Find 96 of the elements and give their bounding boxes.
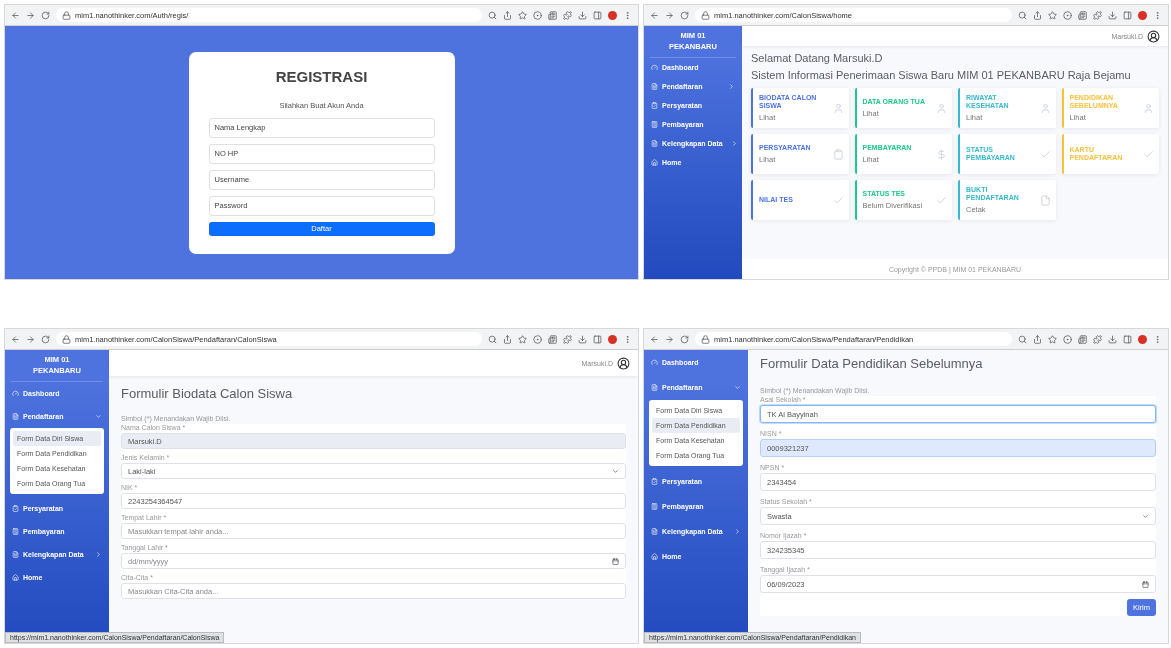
forward-icon[interactable] — [665, 10, 674, 20]
reload-icon[interactable] — [41, 10, 50, 20]
back-icon[interactable] — [650, 10, 659, 20]
form-title: Formulir Data Pendidikan Sebelumnya — [760, 356, 984, 371]
home-icon — [651, 553, 658, 560]
calculator-icon — [12, 528, 19, 535]
gauge-icon — [651, 64, 658, 71]
side-panel-icon[interactable] — [593, 10, 602, 20]
gauge-icon — [651, 359, 658, 366]
home-icon — [651, 159, 658, 166]
extension-icon[interactable] — [1078, 10, 1087, 20]
profile-avatar[interactable] — [608, 10, 617, 20]
star-icon[interactable] — [518, 334, 527, 344]
system-heading: Sistem Informasi Penerimaan Siswa Baru MIM 01 PEKANBARU Raja Bejamu — [751, 69, 1132, 81]
share-icon[interactable] — [503, 10, 512, 20]
search-icon[interactable] — [1018, 10, 1027, 20]
user-icon — [1039, 102, 1051, 114]
profile-avatar[interactable] — [1138, 334, 1147, 344]
extension-icon[interactable] — [533, 10, 542, 20]
puzzle-icon[interactable] — [563, 10, 572, 20]
document-icon — [651, 83, 658, 90]
menu-icon[interactable] — [623, 10, 632, 20]
menu-icon[interactable] — [1153, 334, 1162, 344]
extension-icon[interactable] — [548, 334, 557, 344]
document-icon — [651, 528, 658, 535]
forward-icon[interactable] — [26, 10, 35, 20]
welcome-heading: Selamat Datang Marsuki.D — [751, 52, 884, 64]
extension-icon[interactable] — [1063, 334, 1072, 344]
document-icon — [12, 413, 19, 420]
check-icon — [1039, 148, 1051, 160]
form-title: REGISTRASI — [274, 67, 369, 85]
menu-icon[interactable] — [623, 334, 632, 344]
document-icon — [12, 551, 19, 558]
checklist-icon — [651, 102, 658, 109]
extension-icon[interactable] — [1078, 334, 1087, 344]
download-icon[interactable] — [578, 334, 587, 344]
clipboard-icon — [832, 148, 844, 160]
puzzle-icon[interactable] — [1093, 10, 1102, 20]
reload-icon[interactable] — [41, 334, 50, 344]
back-icon[interactable] — [11, 334, 20, 344]
home-icon — [12, 574, 19, 581]
reload-icon[interactable] — [680, 10, 689, 20]
puzzle-icon[interactable] — [563, 334, 572, 344]
side-panel-icon[interactable] — [1123, 10, 1132, 20]
calendar-icon[interactable] — [612, 557, 619, 565]
chevron-down-icon — [612, 467, 619, 475]
check-icon — [936, 194, 947, 206]
chevron-down-icon — [1142, 512, 1149, 520]
download-icon[interactable] — [1108, 334, 1117, 344]
share-icon[interactable] — [1033, 334, 1042, 344]
calculator-icon — [651, 121, 658, 128]
extension-icon[interactable] — [1063, 10, 1072, 20]
reload-icon[interactable] — [680, 334, 689, 344]
calendar-icon[interactable] — [1142, 580, 1149, 588]
user-avatar-icon[interactable] — [617, 356, 630, 370]
side-panel-icon[interactable] — [1123, 334, 1132, 344]
star-icon[interactable] — [518, 10, 527, 20]
menu-icon[interactable] — [1153, 10, 1162, 20]
extension-icon[interactable] — [533, 334, 542, 344]
profile-avatar[interactable] — [608, 334, 617, 344]
share-icon[interactable] — [503, 334, 512, 344]
forward-icon[interactable] — [665, 334, 674, 344]
puzzle-icon[interactable] — [1093, 334, 1102, 344]
user-icon — [832, 102, 844, 114]
extension-icon[interactable] — [548, 10, 557, 20]
search-icon[interactable] — [1018, 334, 1027, 344]
document-icon — [1039, 194, 1051, 206]
calculator-icon — [651, 503, 658, 510]
profile-avatar[interactable] — [1138, 10, 1147, 20]
star-icon[interactable] — [1048, 334, 1057, 344]
download-icon[interactable] — [1108, 10, 1117, 20]
check-icon — [832, 194, 844, 206]
side-panel-icon[interactable] — [593, 334, 602, 344]
checklist-icon — [651, 478, 658, 485]
back-icon[interactable] — [650, 334, 659, 344]
document-icon — [651, 384, 658, 391]
lock-icon — [701, 334, 710, 344]
forward-icon[interactable] — [26, 334, 35, 344]
lock-icon — [701, 10, 710, 20]
lock-icon — [62, 334, 71, 344]
user-icon — [936, 102, 947, 114]
share-icon[interactable] — [1033, 10, 1042, 20]
star-icon[interactable] — [1048, 10, 1057, 20]
dollar-icon — [936, 148, 947, 160]
lock-icon — [62, 10, 71, 20]
search-icon[interactable] — [488, 10, 497, 20]
user-avatar-icon[interactable] — [1147, 29, 1160, 43]
gauge-icon — [12, 390, 19, 397]
form-title: Formulir Biodata Calon Siswa — [121, 386, 294, 401]
check-icon — [1143, 148, 1154, 160]
checklist-icon — [12, 505, 19, 512]
user-icon — [1143, 102, 1154, 114]
search-icon[interactable] — [488, 334, 497, 344]
back-icon[interactable] — [11, 10, 20, 20]
document-icon — [651, 140, 658, 147]
download-icon[interactable] — [578, 10, 587, 20]
